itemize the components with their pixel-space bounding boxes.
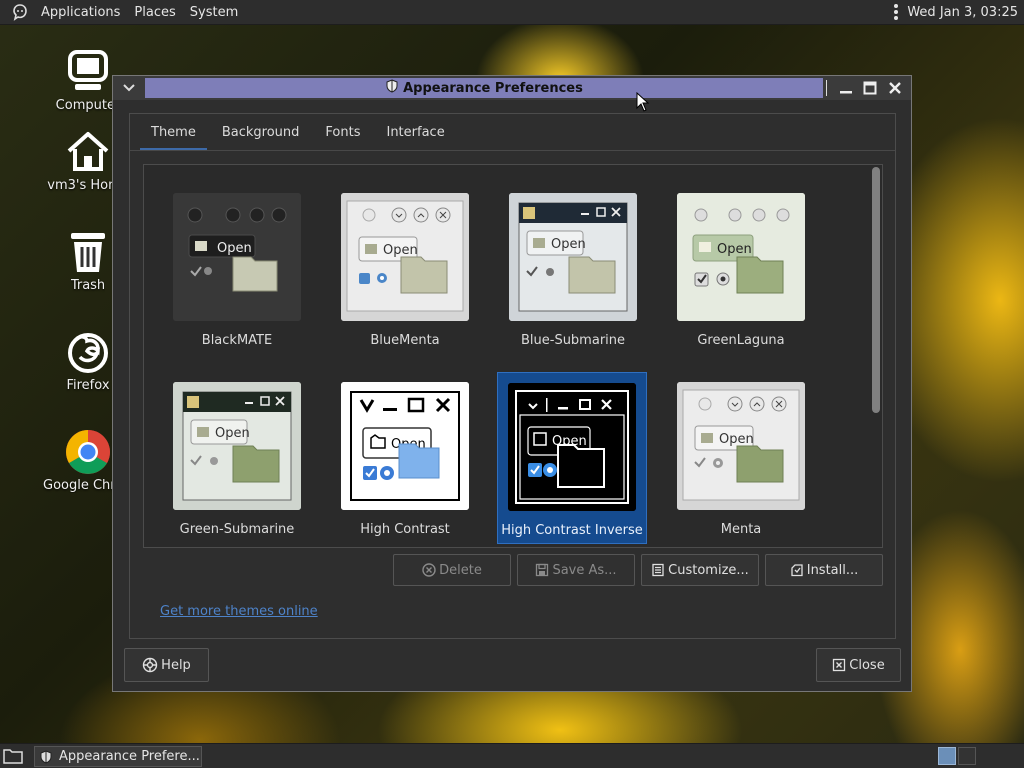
firefox-icon [64,328,112,376]
window-menu-chevron-icon[interactable] [113,76,145,100]
theme-name: BlueMenta [370,333,440,348]
computer-icon [64,48,112,96]
close-button-label: Close [849,657,885,673]
theme-grid-scrollbar[interactable] [872,167,880,413]
tab-theme[interactable]: Theme [138,114,209,150]
theme-open-label: Open [217,241,252,256]
theme-name: High Contrast [360,522,450,537]
theme-name: BlackMATE [201,333,273,348]
theme-thumbnail: Open [677,382,805,510]
help-button-label: Help [161,657,191,673]
applications-menu[interactable]: Applications [34,5,127,20]
tab-divider [130,150,895,151]
mate-logo-icon[interactable] [10,2,30,22]
close-icon[interactable] [884,78,906,98]
tab-interface[interactable]: Interface [373,114,457,150]
window-titlebar[interactable]: Appearance Preferences [113,76,911,100]
customize-button[interactable]: Customize... [641,554,759,586]
theme-name: Menta [720,522,762,537]
window-title-bar[interactable]: Appearance Preferences [145,78,823,98]
close-button[interactable]: Close [816,648,901,682]
save-as-button[interactable]: Save As... [517,554,635,586]
theme-thumbnail: Open [341,193,469,321]
theme-open-label: Open [215,426,250,441]
titlebar-separator [826,80,827,96]
theme-thumbnail: Open [509,193,637,321]
close-dialog-icon [832,658,846,672]
help-button[interactable]: Help [124,648,209,682]
delete-button[interactable]: Delete [393,554,511,586]
theme-open-label: Open [551,237,586,252]
theme-thumbnail: Open [508,383,636,511]
get-more-themes-link[interactable]: Get more themes online [160,604,318,619]
show-desktop-icon[interactable] [2,747,24,765]
home-icon [64,128,112,176]
theme-item-high-contrast-inverse[interactable]: Open High Contrast Inverse [497,372,647,544]
theme-item-high-contrast[interactable]: Open High Contrast [330,372,480,542]
save-as-button-label: Save As... [552,562,617,578]
theme-name: GreenLaguna [697,333,785,348]
theme-open-label: Open [383,243,418,258]
workspace-1[interactable] [938,747,956,765]
desktop-icon-label: Trash [70,278,106,293]
maximize-icon[interactable] [859,78,881,98]
chrome-icon [64,428,112,476]
theme-open-label: Open [717,242,752,257]
taskbar-item-label: Appearance Prefere... [59,749,200,764]
theme-thumbnail: Open [173,193,301,321]
top-panel: Applications Places System Wed Jan 3, 03… [0,0,1024,25]
panel-clock[interactable]: Wed Jan 3, 03:25 [907,5,1018,20]
desktop-icon-label: Computer [55,98,121,113]
theme-item-green-submarine[interactable]: Open Green-Submarine [162,372,312,542]
install-button[interactable]: Install... [765,554,883,586]
theme-thumbnail: Open [173,382,301,510]
save-icon [535,563,549,577]
trash-icon [64,228,112,276]
customize-icon [651,563,665,577]
tab-label: Fonts [325,124,361,140]
tab-label: Theme [151,124,196,140]
theme-item-bluementa[interactable]: Open BlueMenta [330,183,480,353]
minimize-icon[interactable] [835,78,857,98]
tab-fonts[interactable]: Fonts [312,114,373,150]
appearance-shield-icon [39,749,53,764]
theme-item-greenlaguna[interactable]: Open GreenLaguna [666,183,816,353]
theme-name: Blue-Submarine [520,333,626,348]
panel-overflow-icon[interactable] [894,4,899,20]
places-menu[interactable]: Places [127,5,182,20]
tab-background[interactable]: Background [209,114,313,150]
system-menu[interactable]: System [183,5,245,20]
theme-thumbnail: Open [677,193,805,321]
desktop-icon-label: Firefox [66,378,110,393]
workspace-2[interactable] [958,747,976,765]
bottom-panel: Appearance Prefere... [0,743,1024,768]
theme-item-blue-submarine[interactable]: Open Blue-Submarine [498,183,648,353]
taskbar-appearance-preferences[interactable]: Appearance Prefere... [34,746,202,767]
tab-bar: Theme Background Fonts Interface [138,114,458,150]
theme-thumbnail: Open [341,382,469,510]
install-button-label: Install... [806,562,859,578]
appearance-preferences-window: Appearance Preferences Theme Background … [112,75,912,692]
theme-name: High Contrast Inverse [501,523,643,538]
tab-label: Background [221,124,300,140]
tab-label: Interface [386,124,445,140]
theme-name: Green-Submarine [179,522,295,537]
customize-button-label: Customize... [668,562,749,578]
delete-icon [422,563,436,577]
window-title: Appearance Preferences [403,80,583,96]
theme-item-blackmate[interactable]: Open BlackMATE [162,183,312,353]
theme-open-label: Open [719,432,754,447]
appearance-shield-icon [385,79,399,97]
preferences-notebook: Theme Background Fonts Interface Open Bl… [129,113,896,639]
delete-button-label: Delete [439,562,482,578]
theme-grid: Open BlackMATE Open BlueMenta Open Blue-… [143,164,883,548]
mouse-pointer-icon [636,91,650,112]
install-icon [790,563,804,577]
theme-item-menta[interactable]: Open Menta [666,372,816,542]
help-icon [142,657,158,673]
